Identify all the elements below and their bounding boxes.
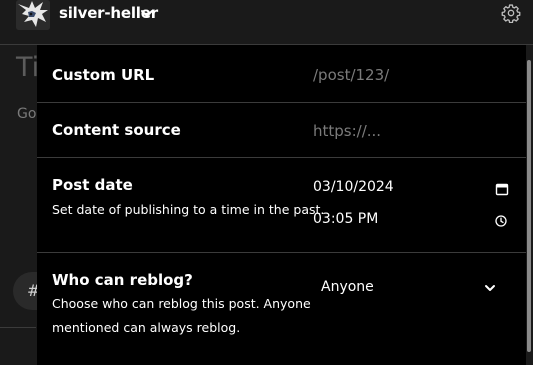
calendar-icon[interactable] <box>495 181 509 200</box>
post-date-section: Post date Set date of publishing to a ti… <box>37 158 526 253</box>
reblog-description-line2: mentioned can always reblog. <box>52 320 241 335</box>
divider <box>0 327 36 328</box>
panel-scrollbar[interactable] <box>527 60 531 352</box>
content-source-label: Content source <box>52 121 181 139</box>
custom-url-section: Custom URL /post/123/ <box>37 45 526 103</box>
post-title-input[interactable]: Ti <box>16 52 39 83</box>
reblog-label: Who can reblog? <box>52 271 193 289</box>
custom-url-label: Custom URL <box>52 66 155 84</box>
content-source-input[interactable]: https://... <box>313 122 381 140</box>
chevron-down-icon[interactable] <box>140 6 154 25</box>
post-date-description: Set date of publishing to a time in the … <box>52 202 325 217</box>
avatar[interactable] <box>16 0 50 30</box>
top-bar: silver-heller <box>0 0 533 45</box>
reblog-section: Who can reblog? Choose who can reblog th… <box>37 253 526 365</box>
content-source-section: Content source https://... <box>37 103 526 158</box>
time-input[interactable]: 03:05 PM <box>313 211 378 227</box>
custom-url-input[interactable]: /post/123/ <box>313 66 389 84</box>
date-input[interactable]: 03/10/2024 <box>313 179 394 195</box>
reblog-description-line1: Choose who can reblog this post. Anyone <box>52 296 311 311</box>
clock-icon[interactable] <box>494 213 508 232</box>
gear-icon[interactable] <box>501 3 521 27</box>
post-date-label: Post date <box>52 176 133 194</box>
chevron-down-icon[interactable] <box>483 280 497 299</box>
reblog-select[interactable]: Anyone <box>321 279 374 295</box>
post-settings-panel: Custom URL /post/123/ Content source htt… <box>37 45 526 365</box>
post-body-input[interactable]: Go <box>17 106 36 122</box>
